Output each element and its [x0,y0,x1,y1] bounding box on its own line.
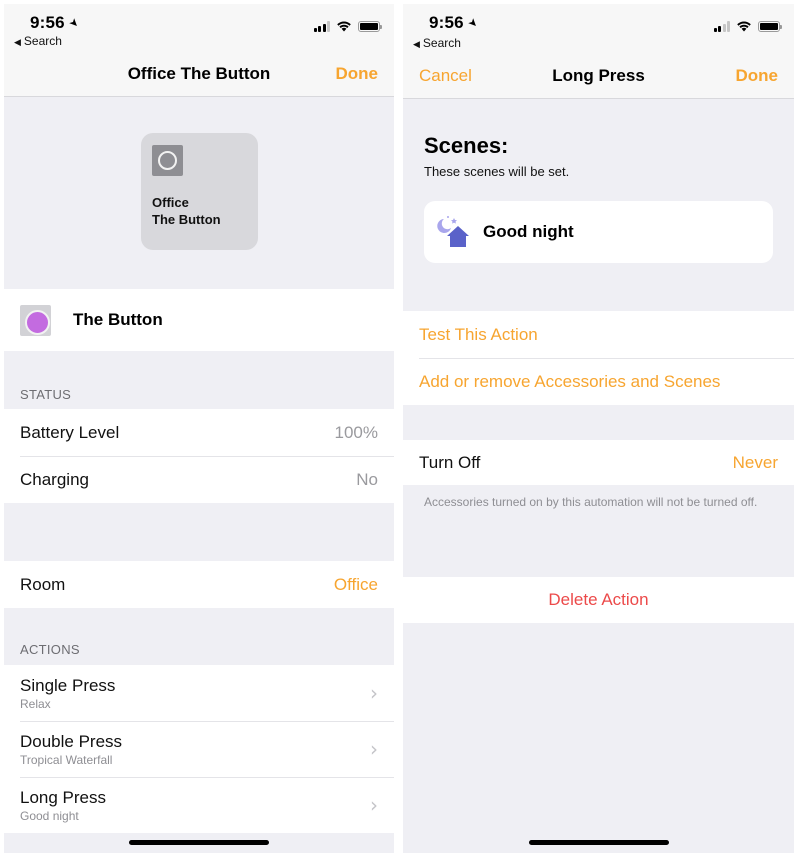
double-press-row[interactable]: Double Press Tropical Waterfall › [4,721,394,777]
single-press-row[interactable]: Single Press Relax › [4,665,394,721]
wifi-icon [337,21,351,32]
charging-value: No [356,469,378,489]
done-button[interactable]: Done [736,66,779,86]
home-indicator[interactable] [528,840,669,845]
back-to-search-button[interactable]: ◀ Search [14,34,62,48]
device-color-icon [20,304,51,336]
delete-group: Delete Action [403,577,794,623]
device-name: The Button [73,310,163,329]
delete-action-button[interactable]: Delete Action [403,577,794,623]
cellular-signal-icon [313,20,330,32]
home-indicator[interactable] [129,840,269,845]
back-triangle-icon: ◀ [14,37,21,47]
status-icons [313,19,382,33]
location-arrow-icon: ➤ [66,15,82,32]
room-row[interactable]: Room Office [4,561,394,608]
room-group: Room Office [4,561,394,608]
battery-icon [758,20,782,32]
chevron-right-icon: › [370,737,378,761]
status-group: Battery Level 100% Charging No [4,409,394,503]
battery-level-row: Battery Level 100% [20,422,378,442]
navigation-bar: 9:56➤ ◀ Search Cancel Long Press Done [403,4,794,99]
charging-row: Charging No [4,456,394,503]
device-group: The Button [4,289,394,351]
back-triangle-icon: ◀ [413,39,420,49]
test-action-link[interactable]: Test This Action [403,311,794,358]
accessory-details-screen: 9:56➤ ◀ Search Office The Button Done Off… [4,4,394,853]
wifi-icon [737,21,751,32]
action-links-group: Test This Action Add or remove Accessori… [403,311,794,405]
room-value: Office [333,574,378,594]
turn-off-row[interactable]: Turn Off Never [403,440,794,485]
status-icons [713,19,782,33]
turn-off-value: Never [732,452,778,472]
good-night-scene-icon [437,216,469,247]
turn-off-footer: Accessories turned on by this automation… [424,495,758,509]
status-section-header: STATUS [20,387,72,402]
button-accessory-icon [152,145,183,176]
actions-section-header: ACTIONS [20,642,80,657]
add-remove-accessories-link[interactable]: Add or remove Accessories and Scenes [403,358,794,405]
location-arrow-icon: ➤ [465,15,481,32]
turn-off-group: Turn Off Never [403,440,794,485]
actions-group: Single Press Relax › Double Press Tropic… [4,665,394,833]
chevron-right-icon: › [370,681,378,705]
back-to-search-button[interactable]: ◀ Search [413,36,461,50]
long-press-row[interactable]: Long Press Good night › [4,777,394,833]
navigation-bar: 9:56➤ ◀ Search Office The Button Done [4,4,394,97]
chevron-right-icon: › [370,793,378,817]
battery-level-value: 100% [334,422,378,442]
device-row[interactable]: The Button [4,289,394,351]
tile-label: Office The Button [152,195,221,227]
scene-name: Good night [483,222,574,241]
scenes-title: Scenes: [424,133,509,158]
status-time: 9:56➤ [30,13,82,32]
accessory-tile[interactable]: Office The Button [141,133,258,250]
battery-icon [358,20,382,32]
long-press-action-screen: 9:56➤ ◀ Search Cancel Long Press Done Sce… [403,4,794,853]
status-time: 9:56➤ [429,13,481,32]
cellular-signal-icon [713,20,730,32]
scene-card-good-night[interactable]: Good night [424,201,773,263]
done-button[interactable]: Done [336,64,379,84]
scenes-subtitle: These scenes will be set. [424,164,570,179]
